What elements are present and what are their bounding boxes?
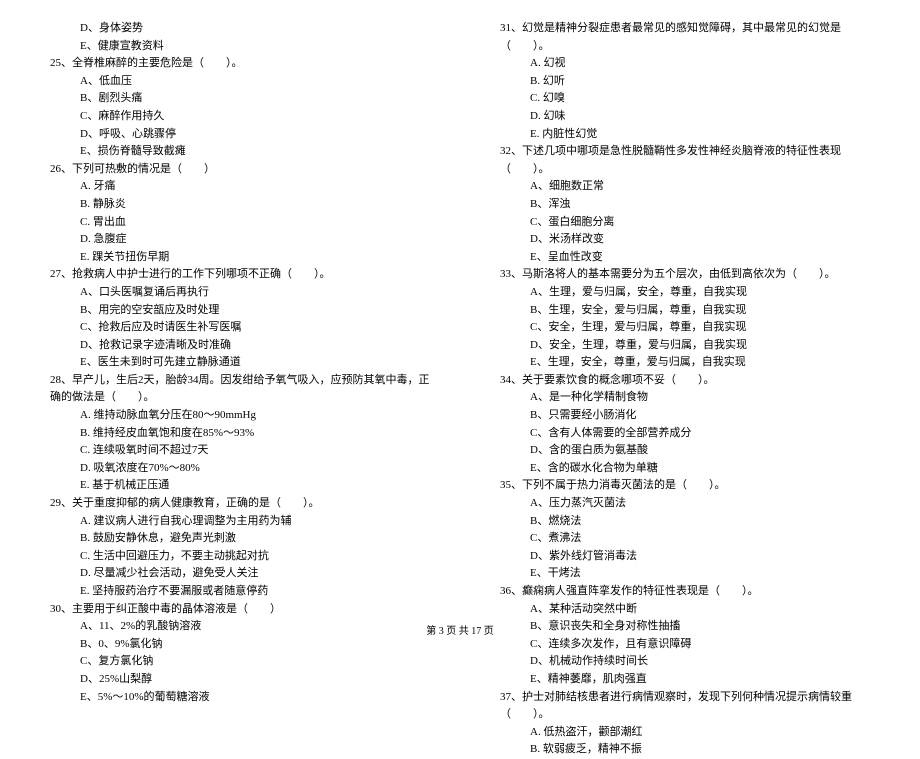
- option: B、浑浊: [480, 196, 890, 214]
- option: C、麻醉作用持久: [30, 108, 440, 126]
- option: A. 维持动脉血氧分压在80～90mmHg: [30, 407, 440, 425]
- question-stem: 30、主要用于纠正酸中毒的晶体溶液是（ ）: [30, 601, 440, 619]
- option: E、含的碳水化合物为单糖: [480, 460, 890, 478]
- option: E、精神萎靡，肌肉强直: [480, 671, 890, 689]
- question-stem: 34、关于要素饮食的概念哪项不妥（ ）。: [480, 372, 890, 390]
- option: D、含的蛋白质为氨基酸: [480, 442, 890, 460]
- option: E、干烤法: [480, 565, 890, 583]
- option: A、某种活动突然中断: [480, 601, 890, 619]
- option: D、抢救记录字迹清晰及时准确: [30, 337, 440, 355]
- option: D. 吸氧浓度在70%～80%: [30, 460, 440, 478]
- question-stem: 35、下列不属于热力消毒灭菌法的是（ ）。: [480, 477, 890, 495]
- option: C、煮沸法: [480, 530, 890, 548]
- option: C、抢救后应及时请医生补写医嘱: [30, 319, 440, 337]
- option: D、米汤样改变: [480, 231, 890, 249]
- option: A、低血压: [30, 73, 440, 91]
- option: A. 建议病人进行自我心理调整为主用药为辅: [30, 513, 440, 531]
- option: A、细胞数正常: [480, 178, 890, 196]
- option: E. 踝关节扭伤早期: [30, 249, 440, 267]
- option: C. 胃出血: [30, 214, 440, 232]
- document-columns: D、身体姿势 E、健康宣教资料 25、全脊椎麻醉的主要危险是（ ）。 A、低血压…: [30, 20, 890, 759]
- option: D、呼吸、心跳骤停: [30, 126, 440, 144]
- option: B、生理，安全，爱与归属，尊重，自我实现: [480, 302, 890, 320]
- option: E. 基于机械正压通: [30, 477, 440, 495]
- option: B. 静脉炎: [30, 196, 440, 214]
- option: D、25%山梨醇: [30, 671, 440, 689]
- right-column: 31、幻觉是精神分裂症患者最常见的感知觉障碍，其中最常见的幻觉是（ ）。 A. …: [480, 20, 890, 759]
- option: D、安全，生理，尊重，爱与归属，自我实现: [480, 337, 890, 355]
- option: E. 坚持服药治疗不要漏服或者随意停药: [30, 583, 440, 601]
- option: B、燃烧法: [480, 513, 890, 531]
- option: B. 软弱疲乏，精神不振: [480, 741, 890, 759]
- option: D. 幻味: [480, 108, 890, 126]
- question-stem: 32、下述几项中哪项是急性脱髓鞘性多发性神经炎脑脊液的特征性表现（ ）。: [480, 143, 890, 178]
- question-stem: 25、全脊椎麻醉的主要危险是（ ）。: [30, 55, 440, 73]
- question-stem: 29、关于重度抑郁的病人健康教育，正确的是（ ）。: [30, 495, 440, 513]
- question-stem: 28、早产儿，生后2天，胎龄34周。因发绀给予氧气吸入，应预防其氧中毒，正确的做…: [30, 372, 440, 407]
- option: C. 幻嗅: [480, 90, 890, 108]
- option: C、安全，生理，爱与归属，尊重，自我实现: [480, 319, 890, 337]
- option: E、健康宣教资料: [30, 38, 440, 56]
- option: A、压力蒸汽灭菌法: [480, 495, 890, 513]
- option: B、用完的空安瓿应及时处理: [30, 302, 440, 320]
- option: E、损伤脊髓导致截瘫: [30, 143, 440, 161]
- option: A、是一种化学精制食物: [480, 389, 890, 407]
- option: E、生理，安全，尊重，爱与归属，自我实现: [480, 354, 890, 372]
- option: C、复方氯化钠: [30, 653, 440, 671]
- option: E、5%～10%的葡萄糖溶液: [30, 689, 440, 707]
- option: C、含有人体需要的全部营养成分: [480, 425, 890, 443]
- option: B、只需要经小肠消化: [480, 407, 890, 425]
- option: D、机械动作持续时间长: [480, 653, 890, 671]
- option: B. 鼓励安静休息，避免声光刺激: [30, 530, 440, 548]
- option: D. 尽量减少社会活动，避免受人关注: [30, 565, 440, 583]
- option: A、口头医嘱复诵后再执行: [30, 284, 440, 302]
- option: D、紫外线灯管消毒法: [480, 548, 890, 566]
- option: B. 幻听: [480, 73, 890, 91]
- option: E. 内脏性幻觉: [480, 126, 890, 144]
- option: A. 低热盗汗，颧部潮红: [480, 724, 890, 742]
- option: B、剧烈头痛: [30, 90, 440, 108]
- option: D、身体姿势: [30, 20, 440, 38]
- option: D. 急腹症: [30, 231, 440, 249]
- question-stem: 33、马斯洛将人的基本需要分为五个层次，由低到高依次为（ ）。: [480, 266, 890, 284]
- option: B. 维持经皮血氧饱和度在85%～93%: [30, 425, 440, 443]
- option: A、生理，爱与归属，安全，尊重，自我实现: [480, 284, 890, 302]
- option: E、医生未到时可先建立静脉通道: [30, 354, 440, 372]
- question-stem: 31、幻觉是精神分裂症患者最常见的感知觉障碍，其中最常见的幻觉是（ ）。: [480, 20, 890, 55]
- option: A. 幻视: [480, 55, 890, 73]
- question-stem: 36、癫痫病人强直阵挛发作的特征性表现是（ ）。: [480, 583, 890, 601]
- question-stem: 37、护士对肺结核患者进行病情观察时，发现下列何种情况提示病情较重（ ）。: [480, 689, 890, 724]
- question-stem: 26、下列可热敷的情况是（ ）: [30, 161, 440, 179]
- option: C. 生活中回避压力，不要主动挑起对抗: [30, 548, 440, 566]
- question-stem: 27、抢救病人中护士进行的工作下列哪项不正确（ ）。: [30, 266, 440, 284]
- option: A. 牙痛: [30, 178, 440, 196]
- left-column: D、身体姿势 E、健康宣教资料 25、全脊椎麻醉的主要危险是（ ）。 A、低血压…: [30, 20, 440, 759]
- option: E、呈血性改变: [480, 249, 890, 267]
- option: C、蛋白细胞分离: [480, 214, 890, 232]
- page-footer: 第 3 页 共 17 页: [0, 624, 920, 640]
- option: C. 连续吸氧时间不超过7天: [30, 442, 440, 460]
